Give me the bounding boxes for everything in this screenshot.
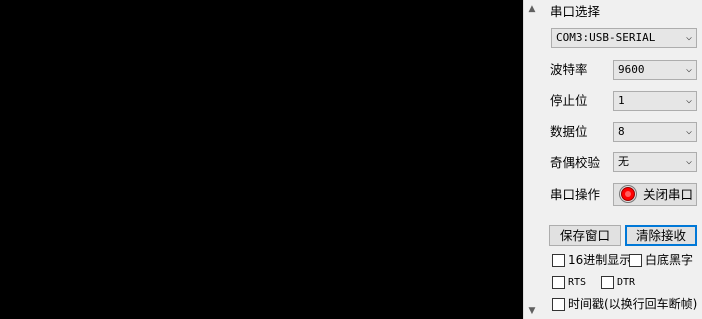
port-operation-label: 串口操作	[550, 187, 601, 202]
stop-bits-select[interactable]: 1 ⌵	[613, 91, 697, 111]
chevron-down-icon: ⌵	[685, 156, 692, 167]
scroll-down-icon[interactable]: ▼	[524, 302, 540, 319]
baud-rate-select[interactable]: 9600 ⌵	[613, 60, 697, 80]
stop-bits-value: 1	[618, 94, 625, 107]
timestamp-label: 时间戳(以换行回车断帧)	[568, 297, 698, 311]
chevron-down-icon: ⌵	[685, 32, 692, 43]
white-background-label: 白底黑字	[645, 253, 694, 267]
chevron-down-icon: ⌵	[685, 64, 692, 75]
parity-label: 奇偶校验	[550, 155, 601, 170]
dtr-checkbox[interactable]	[601, 276, 614, 289]
rts-label: RTS	[568, 277, 587, 288]
data-bits-select[interactable]: 8 ⌵	[613, 122, 697, 142]
hex-display-checkbox[interactable]	[552, 254, 565, 267]
white-background-checkbox[interactable]	[629, 254, 642, 267]
chevron-down-icon: ⌵	[685, 95, 692, 106]
close-port-button-label: 关闭串口	[643, 187, 694, 202]
scroll-up-icon[interactable]: ▲	[524, 0, 540, 17]
baud-rate-label: 波特率	[550, 62, 588, 77]
dtr-label: DTR	[617, 277, 636, 288]
hex-display-label: 16进制显示	[568, 253, 632, 267]
receive-area[interactable]	[0, 0, 523, 319]
clear-receive-button[interactable]: 清除接收	[625, 225, 697, 246]
status-led-icon	[621, 187, 635, 201]
port-select-value: COM3:USB-SERIAL	[556, 31, 656, 44]
rts-checkbox[interactable]	[552, 276, 565, 289]
save-window-button[interactable]: 保存窗口	[549, 225, 621, 246]
settings-panel: 串口选择 COM3:USB-SERIAL ⌵ 波特率 9600 ⌵ 停止位 1 …	[541, 0, 702, 319]
data-bits-value: 8	[618, 125, 625, 138]
close-port-button[interactable]: 关闭串口	[613, 183, 697, 206]
port-select-label: 串口选择	[550, 4, 601, 19]
receive-scrollbar[interactable]: ▲ ▼	[523, 0, 540, 319]
parity-value: 无	[618, 155, 629, 168]
timestamp-checkbox[interactable]	[552, 298, 565, 311]
port-select[interactable]: COM3:USB-SERIAL ⌵	[551, 28, 697, 48]
baud-rate-value: 9600	[618, 63, 645, 76]
stop-bits-label: 停止位	[550, 93, 588, 108]
data-bits-label: 数据位	[550, 124, 588, 139]
chevron-down-icon: ⌵	[685, 126, 692, 137]
parity-select[interactable]: 无 ⌵	[613, 152, 697, 172]
